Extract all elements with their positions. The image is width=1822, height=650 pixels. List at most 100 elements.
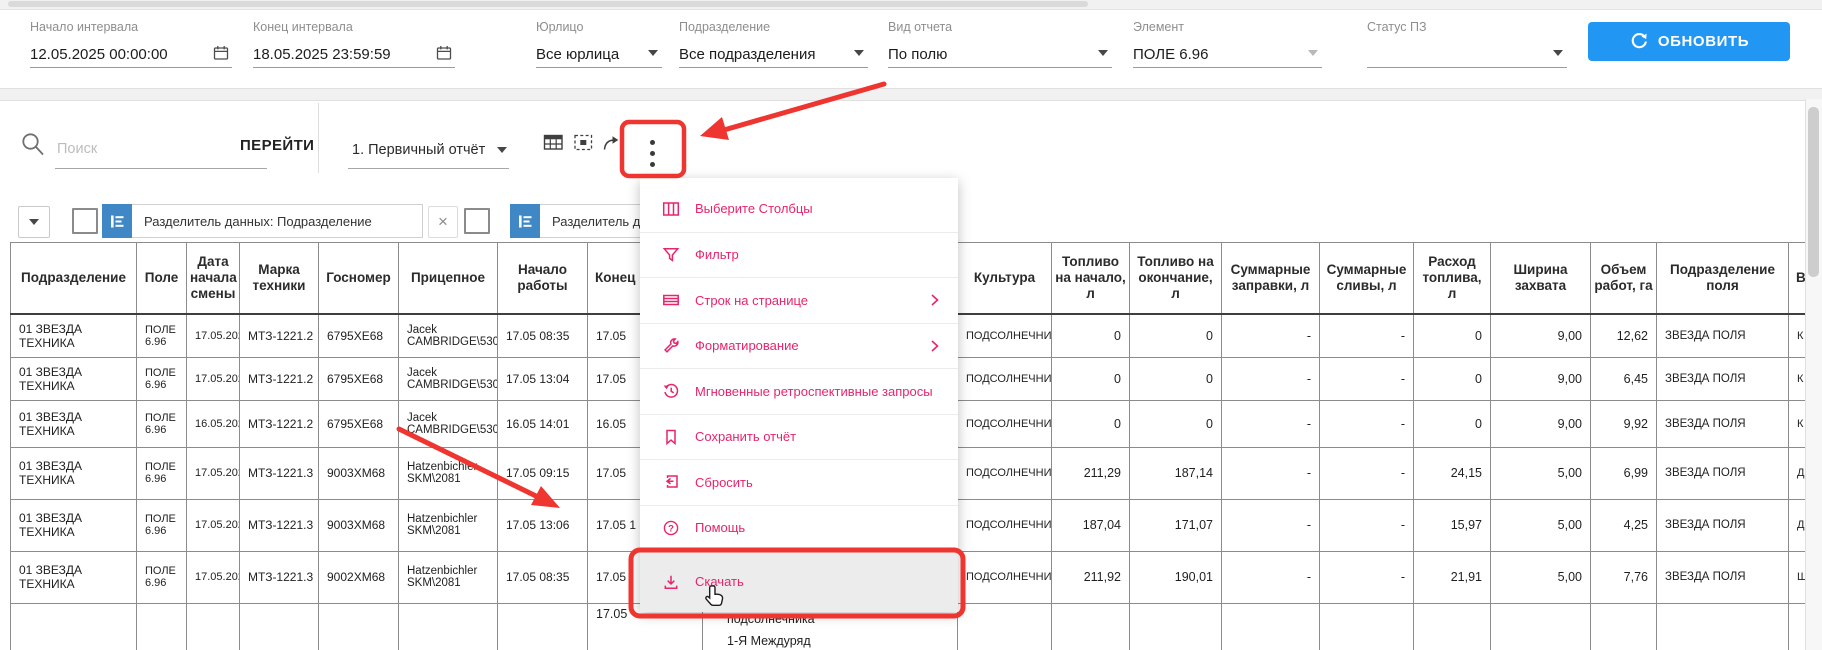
table-cell: 9,00 xyxy=(1491,357,1591,400)
table-cell: - xyxy=(1222,314,1320,357)
scrollbar-thumb[interactable] xyxy=(1808,107,1819,277)
chevron-down-icon xyxy=(29,219,39,225)
table-cell: 0 xyxy=(1130,357,1222,400)
filter-label: Вид отчета xyxy=(888,20,1112,34)
column-header[interactable]: Топливо на окончание, л xyxy=(1130,243,1222,315)
column-header[interactable]: Ширина захвата xyxy=(1491,243,1591,315)
data-splitter-chip-1[interactable]: Разделитель данных: Подразделение xyxy=(102,204,423,238)
column-header[interactable]: Поле xyxy=(137,243,187,315)
column-header[interactable]: Подразделение xyxy=(11,243,137,315)
column-header[interactable]: Объем работ, га xyxy=(1591,243,1657,315)
remove-splitter-button[interactable]: × xyxy=(428,206,458,238)
table-cell xyxy=(1130,603,1222,650)
table-cell: 01 ЗВЕЗДА ТЕХНИКА xyxy=(11,499,137,551)
table-cell: - xyxy=(1222,357,1320,400)
filter-icon xyxy=(662,246,680,264)
menu-item-formatting[interactable]: Форматирование xyxy=(640,323,958,369)
pz-status-select[interactable] xyxy=(1367,41,1567,68)
splitter-checkbox-2[interactable] xyxy=(464,208,490,234)
chevron-down-icon xyxy=(1308,50,1318,56)
filter-label: Элемент xyxy=(1133,20,1322,34)
column-header[interactable]: Расход топлива, л xyxy=(1414,243,1491,315)
menu-item-save-report[interactable]: Сохранить отчёт xyxy=(640,414,958,460)
table-cell: 15,97 xyxy=(1414,499,1491,551)
menu-item-label: Сохранить отчёт xyxy=(695,429,796,444)
menu-item-reset[interactable]: Сбросить xyxy=(640,459,958,505)
wrench-icon xyxy=(662,337,680,355)
subdivision-select[interactable]: Все подразделения xyxy=(679,41,868,68)
column-header[interactable]: Прицепное xyxy=(399,243,498,315)
table-cell: Hatzenbichler SKM\2081 xyxy=(399,499,498,551)
refresh-icon xyxy=(1629,32,1648,51)
table-cell: МТЗ-1221.2 xyxy=(240,357,319,400)
table-cell: - xyxy=(1320,314,1414,357)
table-cell xyxy=(240,603,319,650)
chevron-right-icon xyxy=(930,293,940,307)
table-cell: 01 ЗВЕЗДА ТЕХНИКА xyxy=(11,551,137,603)
table-cell xyxy=(1591,603,1657,650)
table-cell: - xyxy=(1222,499,1320,551)
column-header[interactable]: Марка техники xyxy=(240,243,319,315)
calendar-icon[interactable] xyxy=(435,44,453,62)
horizontal-scrollbar-top[interactable] xyxy=(0,0,1822,10)
column-header[interactable]: Культура xyxy=(958,243,1052,315)
end-interval-input[interactable]: 18.05.2025 23:59:59 xyxy=(253,41,455,68)
chevron-down-icon xyxy=(1553,50,1563,56)
table-cell: 5,00 xyxy=(1491,499,1591,551)
column-header[interactable]: Суммарные заправки, л xyxy=(1222,243,1320,315)
legal-entity-select[interactable]: Все юрлица xyxy=(536,41,662,68)
refresh-button[interactable]: ОБНОВИТЬ xyxy=(1588,22,1790,61)
column-header[interactable]: Топливо на начало, л xyxy=(1052,243,1130,315)
column-header[interactable]: Начало работы xyxy=(498,243,588,315)
chevron-right-icon xyxy=(930,339,940,353)
menu-item-label: Фильтр xyxy=(695,247,739,262)
scrollbar-thumb[interactable] xyxy=(8,1,1088,7)
table-cell: 211,92 xyxy=(1052,551,1130,603)
table-cell: 17.05 13:04 xyxy=(498,357,588,400)
refresh-button-label: ОБНОВИТЬ xyxy=(1658,33,1749,50)
menu-item-label: Скачать xyxy=(695,574,744,589)
table-cell: ПОЛЕ 6.96 xyxy=(137,400,187,447)
splitter-dropdown-button[interactable] xyxy=(18,206,50,238)
chevron-down-icon xyxy=(648,50,658,56)
search-input[interactable] xyxy=(55,130,267,169)
filter-value: Все юрлица xyxy=(536,46,619,63)
table-cell: 01 ЗВЕЗДА ТЕХНИКА xyxy=(11,314,137,357)
report-selector[interactable]: 1. Первичный отчёт xyxy=(348,132,509,169)
report-type-select[interactable]: По полю xyxy=(888,41,1112,68)
table-cell: 6,45 xyxy=(1591,357,1657,400)
go-button[interactable]: ПЕРЕЙТИ xyxy=(240,137,314,154)
menu-item-rows-per-page[interactable]: Строк на странице xyxy=(640,277,958,323)
menu-item-label: Строк на странице xyxy=(695,293,808,308)
splitter-checkbox-1[interactable] xyxy=(72,208,98,234)
table-cell: 9,00 xyxy=(1491,400,1591,447)
table-cell: Jacek CAMBRIDGE\530 xyxy=(399,400,498,447)
menu-item-help[interactable]: ? Помощь xyxy=(640,505,958,551)
column-header[interactable]: Госномер xyxy=(319,243,399,315)
menu-item-instant-retro-queries[interactable]: Мгновенные ретроспективные запросы xyxy=(640,368,958,414)
vertical-scrollbar[interactable] xyxy=(1805,99,1822,650)
reset-icon xyxy=(662,473,680,491)
element-select[interactable]: ПОЛЕ 6.96 xyxy=(1133,41,1322,68)
start-interval-input[interactable]: 12.05.2025 00:00:00 xyxy=(30,41,232,68)
table-cell: 190,01 xyxy=(1130,551,1222,603)
table-cell: 17.05.2025 xyxy=(187,499,240,551)
column-header[interactable]: Дата начала смены xyxy=(187,243,240,315)
menu-item-choose-columns[interactable]: Выберите Столбцы xyxy=(640,186,958,232)
column-header[interactable]: Суммарные сливы, л xyxy=(1320,243,1414,315)
table-cell: 17.05.2025 xyxy=(187,447,240,499)
menu-item-filter[interactable]: Фильтр xyxy=(640,232,958,278)
table-view-icon[interactable] xyxy=(543,133,564,153)
menu-button[interactable] xyxy=(643,126,663,172)
menu-item-download[interactable]: Скачать xyxy=(640,550,958,612)
table-cell xyxy=(498,603,588,650)
fixed-area-icon[interactable] xyxy=(573,133,594,153)
table-cell: 17.05 13:06 xyxy=(498,499,588,551)
filter-label: Конец интервала xyxy=(253,20,455,34)
column-header[interactable]: Подразделение поля xyxy=(1657,243,1789,315)
table-cell xyxy=(1222,603,1320,650)
export-arrow-icon[interactable] xyxy=(601,133,622,153)
filter-value: По полю xyxy=(888,46,947,63)
splitter-chip-label: Разделитель данных: Подразделение xyxy=(132,204,423,238)
calendar-icon[interactable] xyxy=(212,44,230,62)
